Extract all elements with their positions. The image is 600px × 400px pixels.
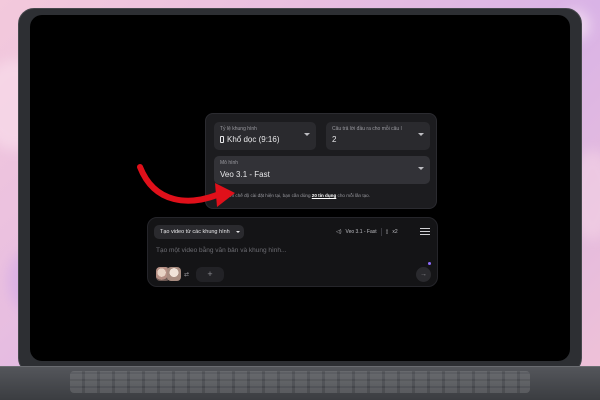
chevron-down-icon	[418, 133, 424, 136]
laptop-screen: Tỷ lệ khung hình Khổ dọc (9:16) Câu trả …	[30, 15, 570, 361]
chevron-down-icon	[304, 133, 310, 136]
end-frame-thumbnail[interactable]	[167, 267, 181, 281]
outputs-count-value: 2	[332, 135, 337, 144]
speaker-icon: ◁)	[336, 229, 342, 235]
aspect-ratio-text: Khổ dọc (9:16)	[227, 135, 280, 144]
credit-note-suffix: cho mỗi lần tạo.	[336, 193, 370, 198]
send-button[interactable]: →	[416, 267, 431, 282]
laptop-base	[0, 366, 600, 400]
aspect-ratio-value: Khổ dọc (9:16)	[220, 135, 279, 144]
chevron-down-icon	[418, 167, 424, 170]
divider	[380, 228, 382, 236]
model-summary-label: Veo 3.1 - Fast	[345, 229, 377, 235]
red-arrow-annotation	[137, 164, 235, 207]
aspect-ratio-label: Tỷ lệ khung hình	[220, 126, 257, 132]
phone-icon: ▯	[385, 229, 389, 235]
portrait-phone-icon	[220, 136, 224, 143]
outputs-count-select[interactable]: Câu trả lời đầu ra cho mỗi câu l 2	[326, 122, 430, 150]
outputs-count-label: Câu trả lời đầu ra cho mỗi câu l	[332, 126, 402, 132]
settings-sliders-icon[interactable]	[420, 226, 430, 236]
swap-icon[interactable]: ⇄	[184, 271, 189, 278]
keyboard	[70, 371, 530, 393]
credit-amount-link[interactable]: 20 tín dụng	[312, 193, 337, 198]
prompt-input[interactable]: Tạo một video bằng văn bản và khung hình…	[156, 247, 286, 254]
model-summary-chip[interactable]: ◁) Veo 3.1 - Fast ▯ x2	[336, 225, 398, 239]
status-dot	[428, 262, 431, 265]
count-label: x2	[392, 229, 398, 235]
add-frame-button[interactable]: +	[196, 267, 224, 282]
aspect-ratio-select[interactable]: Tỷ lệ khung hình Khổ dọc (9:16)	[214, 122, 316, 150]
